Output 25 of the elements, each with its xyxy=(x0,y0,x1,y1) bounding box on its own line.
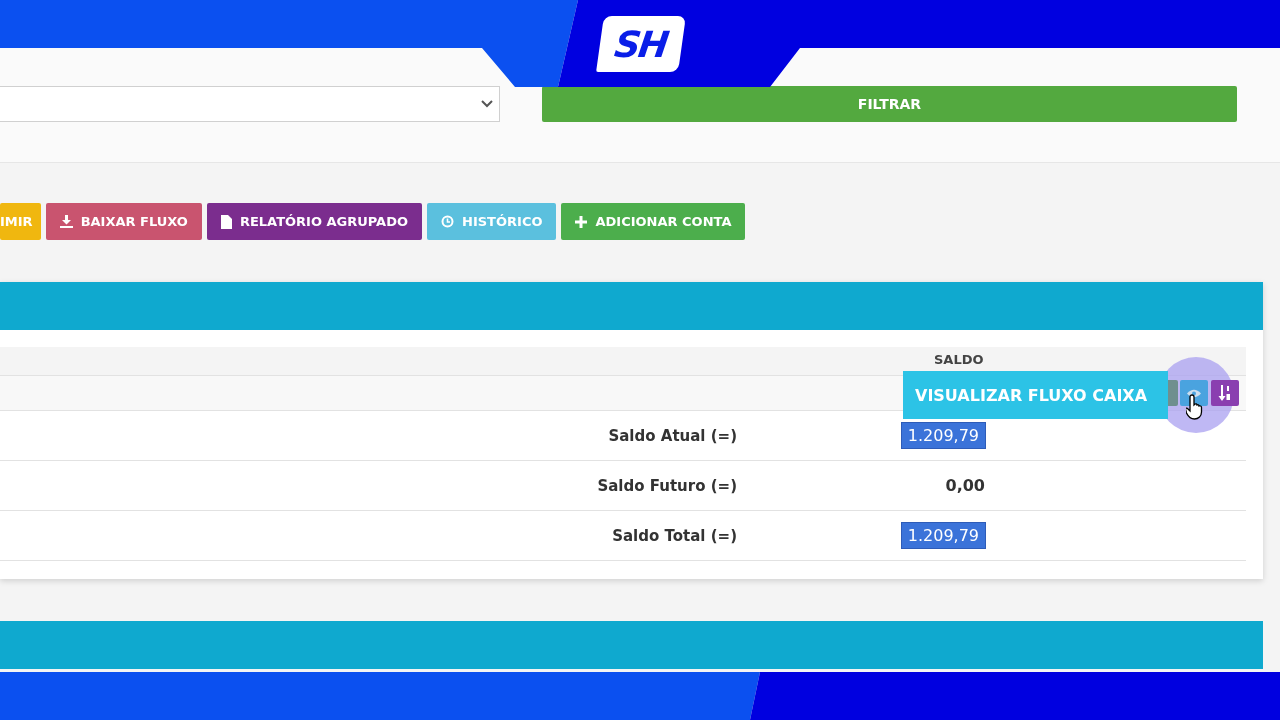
balance-label: Saldo Futuro (=) xyxy=(597,476,737,495)
select-field[interactable] xyxy=(0,86,500,122)
tooltip: VISUALIZAR FLUXO CAIXA xyxy=(903,371,1168,419)
balance-value: 0,00 xyxy=(944,475,986,497)
chevron-down-icon xyxy=(481,100,493,108)
history-icon xyxy=(441,215,455,228)
balance-value: 1.209,79 xyxy=(900,422,986,449)
balance-label: Saldo Atual (=) xyxy=(608,426,737,445)
eye-icon xyxy=(1187,388,1201,398)
sort-icon xyxy=(1218,385,1232,401)
download-icon xyxy=(59,215,73,228)
action-button[interactable]: IMIR xyxy=(0,203,41,240)
action-button[interactable]: BAIXAR FLUXO xyxy=(45,203,202,240)
column-header: SALDO xyxy=(934,352,984,367)
balance-label: Saldo Total (=) xyxy=(612,526,737,545)
file-icon xyxy=(220,214,232,229)
logo: SH xyxy=(596,16,686,72)
action-button[interactable]: HISTÓRICO xyxy=(427,203,557,240)
action-button[interactable]: RELATÓRIO AGRUPADO xyxy=(206,203,423,240)
balance-value: 1.209,79 xyxy=(900,522,986,549)
plus-icon xyxy=(575,215,588,228)
filter-button[interactable]: FILTRAR xyxy=(542,86,1237,122)
action-button[interactable]: ADICIONAR CONTA xyxy=(561,203,746,240)
view-button[interactable] xyxy=(1180,380,1208,406)
sort-button[interactable] xyxy=(1211,380,1239,406)
